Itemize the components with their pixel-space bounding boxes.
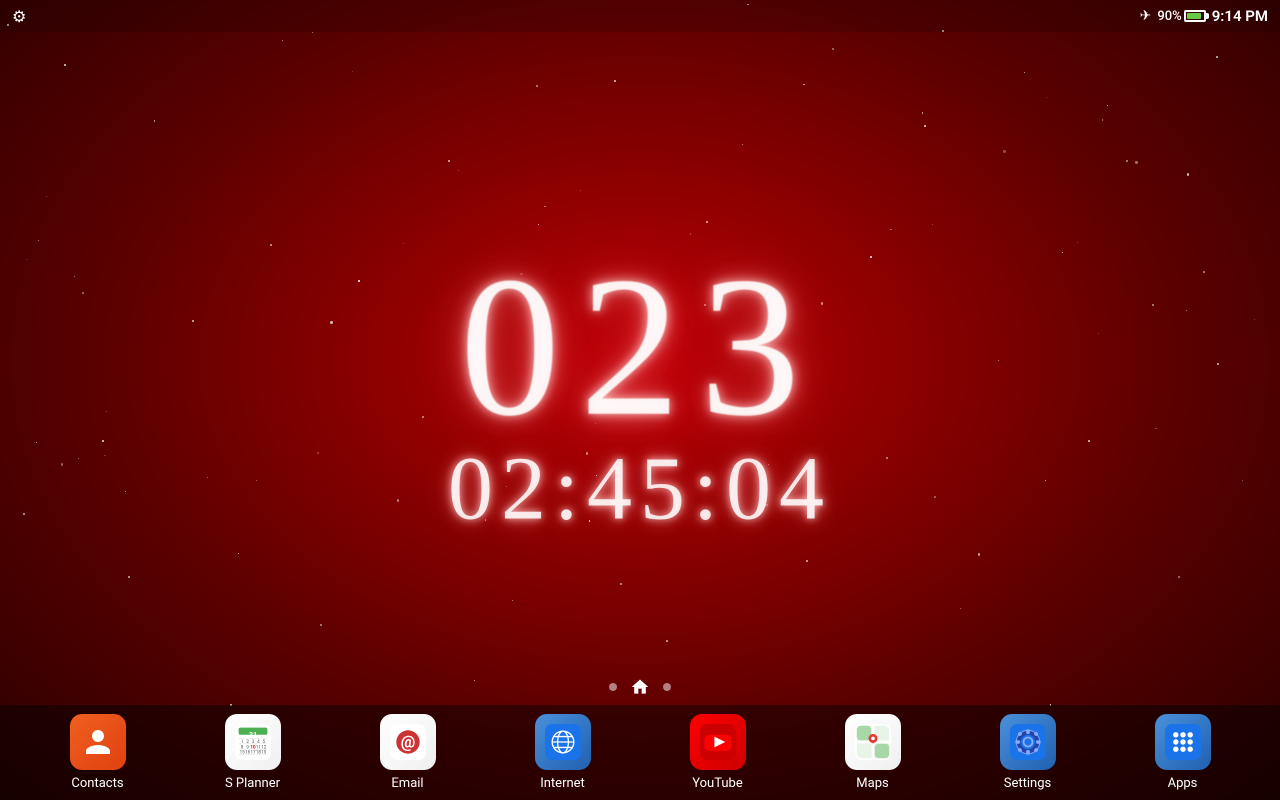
- svg-text:11: 11: [255, 744, 260, 750]
- dock-item-youtube[interactable]: YouTube: [678, 714, 758, 791]
- dock-item-contacts[interactable]: Contacts: [58, 714, 138, 791]
- clock-area: 023 02:45:04: [448, 248, 832, 541]
- battery-container: 90%: [1157, 9, 1205, 24]
- internet-icon: [535, 714, 591, 770]
- dock-item-apps[interactable]: Apps: [1143, 714, 1223, 791]
- home-button[interactable]: [629, 676, 651, 698]
- svg-text:31: 31: [248, 731, 256, 740]
- battery-icon: [1184, 10, 1206, 22]
- contacts-icon: [70, 714, 126, 770]
- maps-label: Maps: [856, 776, 888, 791]
- youtube-icon: [690, 714, 746, 770]
- battery-fill: [1187, 13, 1201, 19]
- battery-percent: 90%: [1157, 9, 1181, 24]
- dock-item-email[interactable]: @ Email: [368, 714, 448, 791]
- svg-text:@: @: [400, 732, 415, 751]
- email-icon: @: [380, 714, 436, 770]
- sub-time: 02:45:04: [448, 438, 832, 541]
- apps-icon: [1155, 714, 1211, 770]
- dock-item-settings[interactable]: Settings: [988, 714, 1068, 791]
- youtube-label: YouTube: [692, 776, 743, 791]
- settings-label: Settings: [1004, 776, 1051, 791]
- splanner-icon: 31 1 2 3 4 5 8 9 10 11 12 15 16 17 18: [225, 714, 281, 770]
- settings-icon: [1000, 714, 1056, 770]
- nav-dots: [609, 676, 671, 698]
- nav-dot-right[interactable]: [663, 683, 671, 691]
- dock-item-splanner[interactable]: 31 1 2 3 4 5 8 9 10 11 12 15 16 17 18: [213, 714, 293, 791]
- status-right: ✈ 90% 9:14 PM: [1140, 7, 1268, 25]
- svg-text:12: 12: [261, 744, 267, 750]
- email-label: Email: [391, 776, 423, 791]
- maps-icon: [845, 714, 901, 770]
- contacts-label: Contacts: [71, 776, 123, 791]
- svg-text:1: 1: [240, 739, 243, 745]
- airplane-icon: ✈: [1140, 8, 1152, 24]
- svg-text:19: 19: [261, 750, 267, 756]
- dock-item-internet[interactable]: Internet: [523, 714, 603, 791]
- status-left: ⚙: [12, 7, 26, 26]
- splanner-label: S Planner: [225, 776, 280, 791]
- status-time: 9:14 PM: [1212, 7, 1268, 25]
- big-number: 023: [448, 248, 832, 448]
- dock: Contacts 31 1 2 3 4 5 8 9 10 11: [0, 705, 1280, 800]
- dock-item-maps[interactable]: Maps: [833, 714, 913, 791]
- nav-dot-left[interactable]: [609, 683, 617, 691]
- apps-label: Apps: [1168, 776, 1198, 791]
- usb-icon: ⚙: [12, 7, 26, 26]
- status-bar: ⚙ ✈ 90% 9:14 PM: [0, 0, 1280, 32]
- internet-label: Internet: [540, 776, 585, 791]
